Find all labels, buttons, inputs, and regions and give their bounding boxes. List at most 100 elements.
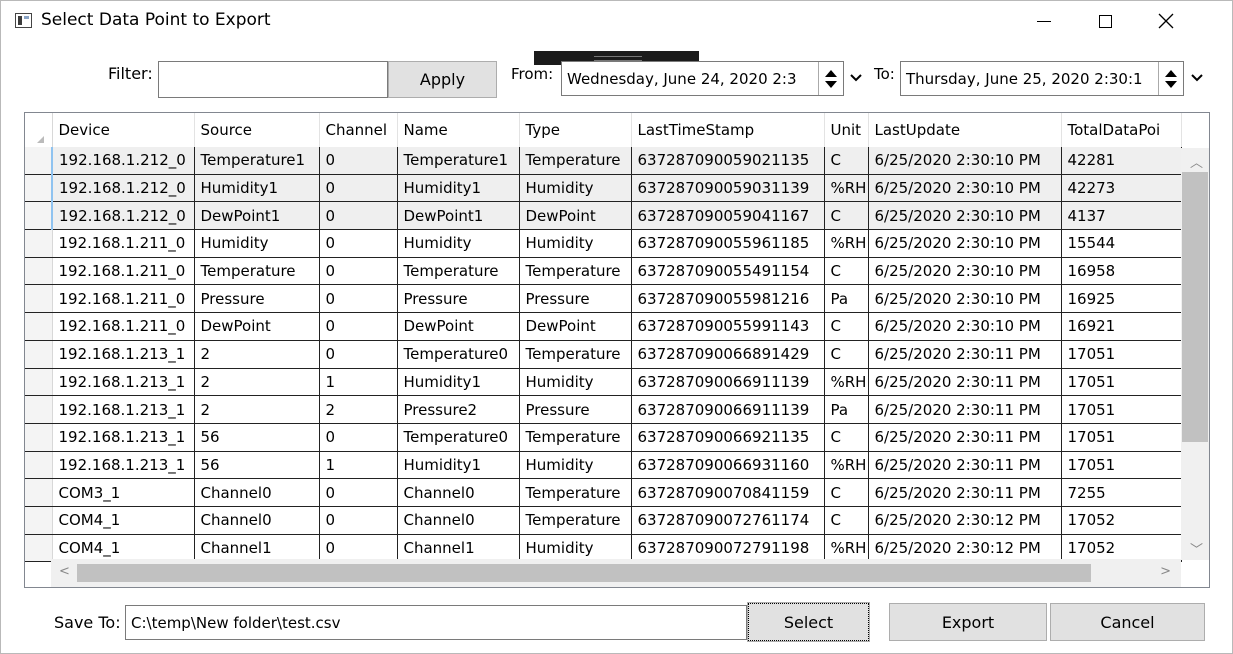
table-cell[interactable]: 192.168.1.212_0: [52, 147, 195, 175]
column-header[interactable]: Name: [397, 113, 520, 147]
table-cell[interactable]: Pressure: [519, 284, 632, 314]
table-cell[interactable]: 637287090066921135: [631, 423, 825, 452]
table-cell[interactable]: Temperature: [519, 506, 632, 535]
column-header[interactable]: Type: [519, 113, 632, 147]
table-cell[interactable]: 6/25/2020 2:30:11 PM: [868, 368, 1062, 397]
table-cell[interactable]: 42281: [1061, 147, 1182, 175]
table-row[interactable]: COM3_1 Channel0 0 Channel0 Temperature 637287…: [25, 478, 1182, 507]
table-cell[interactable]: 17051: [1061, 395, 1182, 424]
table-cell[interactable]: C: [824, 340, 869, 369]
table-cell[interactable]: Channel1: [194, 534, 320, 563]
table-cell[interactable]: 16958: [1061, 257, 1182, 286]
table-cell[interactable]: Pa: [824, 395, 869, 424]
table-cell[interactable]: Humidity1: [194, 174, 320, 203]
table-cell[interactable]: 6/25/2020 2:30:11 PM: [868, 478, 1062, 507]
scroll-up-icon[interactable]: ︿: [1190, 152, 1203, 171]
table-cell[interactable]: 0: [319, 423, 398, 452]
table-cell[interactable]: 0: [319, 229, 398, 258]
table-cell[interactable]: 2: [194, 368, 320, 397]
table-cell[interactable]: Temperature1: [194, 147, 320, 175]
table-cell[interactable]: Pressure2: [397, 395, 520, 424]
table-cell[interactable]: 6/25/2020 2:30:12 PM: [868, 534, 1062, 563]
table-cell[interactable]: Channel0: [194, 506, 320, 535]
table-row[interactable]: 192.168.1.212_0 Humidity1 0 Humidity1 Humidi…: [25, 174, 1182, 203]
column-header[interactable]: LastTimeStamp: [631, 113, 825, 147]
table-cell[interactable]: 637287090066931160: [631, 451, 825, 480]
table-cell[interactable]: COM4_1: [52, 506, 195, 535]
table-cell[interactable]: 637287090055961185: [631, 229, 825, 258]
from-datetime-picker[interactable]: Wednesday, June 24, 2020 2:3: [561, 61, 844, 96]
table-cell[interactable]: DewPoint: [519, 201, 632, 231]
table-cell[interactable]: Pressure: [397, 284, 520, 314]
table-cell[interactable]: 6/25/2020 2:30:11 PM: [868, 340, 1062, 369]
table-cell[interactable]: 637287090055991143: [631, 312, 825, 341]
table-cell[interactable]: 17051: [1061, 368, 1182, 397]
horizontal-scrollbar[interactable]: < >: [51, 559, 1181, 587]
table-cell[interactable]: Temperature: [519, 340, 632, 369]
table-cell[interactable]: 17051: [1061, 423, 1182, 452]
table-cell[interactable]: 192.168.1.213_1: [52, 395, 195, 424]
filter-input[interactable]: [158, 61, 388, 98]
table-cell[interactable]: 0: [319, 340, 398, 369]
table-cell[interactable]: 192.168.1.211_0: [52, 284, 195, 314]
table-cell[interactable]: 192.168.1.213_1: [52, 368, 195, 397]
table-cell[interactable]: Temperature: [519, 257, 632, 286]
table-cell[interactable]: 6/25/2020 2:30:11 PM: [868, 423, 1062, 452]
table-cell[interactable]: 0: [319, 174, 398, 203]
table-cell[interactable]: 6/25/2020 2:30:11 PM: [868, 451, 1062, 480]
table-cell[interactable]: 192.168.1.212_0: [52, 174, 195, 203]
from-dropdown[interactable]: [845, 63, 867, 93]
table-row[interactable]: 192.168.1.213_1 2 2 Pressure2 Pressure 637287…: [25, 395, 1182, 424]
table-cell[interactable]: 637287090059021135: [631, 147, 825, 175]
table-cell[interactable]: %RH: [824, 451, 869, 480]
table-cell[interactable]: 17051: [1061, 451, 1182, 480]
table-cell[interactable]: 192.168.1.211_0: [52, 312, 195, 341]
table-cell[interactable]: DewPoint: [397, 312, 520, 341]
table-cell[interactable]: C: [824, 147, 869, 175]
table-cell[interactable]: %RH: [824, 174, 869, 203]
table-row[interactable]: 192.168.1.211_0 Pressure 0 Pressure Pressure…: [25, 284, 1182, 314]
table-cell[interactable]: 6/25/2020 2:30:10 PM: [868, 229, 1062, 258]
table-cell[interactable]: 637287090055981216: [631, 284, 825, 314]
table-cell[interactable]: 0: [319, 147, 398, 175]
row-header[interactable]: [25, 451, 53, 480]
to-datetime-picker[interactable]: Thursday, June 25, 2020 2:30:1: [900, 61, 1184, 96]
table-cell[interactable]: C: [824, 257, 869, 286]
horizontal-scroll-thumb[interactable]: [77, 564, 1091, 582]
data-grid[interactable]: Device Source Channel Name Type LastTimeStamp…: [24, 112, 1210, 588]
table-cell[interactable]: 6/25/2020 2:30:10 PM: [868, 201, 1062, 231]
row-header[interactable]: [25, 147, 53, 175]
table-cell[interactable]: 0: [319, 257, 398, 286]
row-header[interactable]: [25, 174, 53, 203]
table-cell[interactable]: 2: [194, 395, 320, 424]
table-cell[interactable]: COM3_1: [52, 478, 195, 507]
table-cell[interactable]: Humidity: [519, 174, 632, 203]
table-cell[interactable]: 637287090070841159: [631, 478, 825, 507]
table-cell[interactable]: 637287090055491154: [631, 257, 825, 286]
table-cell[interactable]: Temperature0: [397, 340, 520, 369]
table-cell[interactable]: 1: [319, 368, 398, 397]
table-cell[interactable]: 6/25/2020 2:30:11 PM: [868, 395, 1062, 424]
table-cell[interactable]: 637287090072791198: [631, 534, 825, 563]
row-header[interactable]: [25, 478, 53, 507]
cancel-button[interactable]: Cancel: [1050, 603, 1205, 641]
table-cell[interactable]: Temperature: [519, 423, 632, 452]
vertical-scroll-thumb[interactable]: [1182, 172, 1208, 442]
scroll-left-icon[interactable]: <: [59, 564, 70, 579]
table-row[interactable]: 192.168.1.213_1 56 0 Temperature0 Temperatur…: [25, 423, 1182, 452]
table-cell[interactable]: 6/25/2020 2:30:10 PM: [868, 147, 1062, 175]
table-cell[interactable]: Temperature: [194, 257, 320, 286]
table-cell[interactable]: C: [824, 312, 869, 341]
table-cell[interactable]: 0: [319, 201, 398, 231]
to-spinner[interactable]: [1158, 62, 1183, 95]
from-spinner[interactable]: [818, 62, 843, 95]
vertical-scrollbar[interactable]: ︿ ﹀: [1181, 148, 1209, 560]
table-cell[interactable]: Channel1: [397, 534, 520, 563]
table-cell[interactable]: %RH: [824, 534, 869, 563]
table-cell[interactable]: 637287090066911139: [631, 395, 825, 424]
column-header[interactable]: Unit: [824, 113, 869, 147]
table-cell[interactable]: COM4_1: [52, 534, 195, 563]
table-cell[interactable]: 56: [194, 423, 320, 452]
apply-button[interactable]: Apply: [388, 61, 497, 98]
table-cell[interactable]: Humidity: [519, 451, 632, 480]
